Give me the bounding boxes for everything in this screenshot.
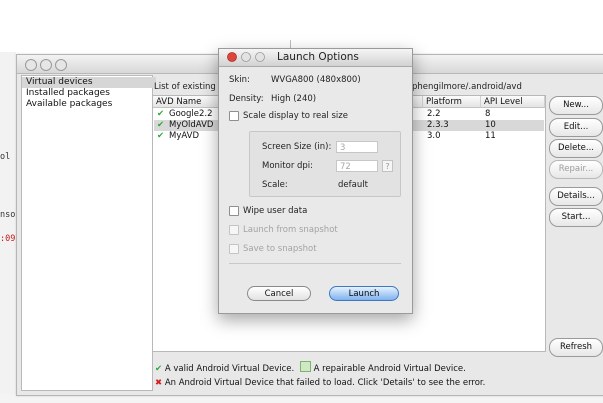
background-text-fragment: ol bbox=[0, 152, 11, 162]
launch-from-snapshot-label: Launch from snapshot bbox=[243, 225, 338, 235]
avd-platform: 3.0 bbox=[427, 131, 441, 141]
density-label: Density: bbox=[229, 94, 264, 104]
dpi-help-button[interactable]: ? bbox=[382, 160, 393, 172]
launch-options-dialog: Launch Options Skin: WVGA800 (480x800) D… bbox=[218, 48, 413, 314]
wipe-user-data-label: Wipe user data bbox=[243, 206, 308, 216]
skin-label: Skin: bbox=[229, 75, 250, 85]
wipe-user-data-checkbox[interactable] bbox=[229, 206, 239, 216]
dialog-separator bbox=[229, 263, 401, 264]
legend-valid-text: A valid Android Virtual Device. bbox=[164, 364, 295, 374]
avd-api-level: 11 bbox=[485, 131, 496, 141]
scale-options-panel: Screen Size (in): 3 Monitor dpi: 72 ? Sc… bbox=[249, 131, 401, 197]
save-to-snapshot-label: Save to snapshot bbox=[243, 244, 317, 254]
close-window-button[interactable] bbox=[25, 59, 37, 71]
dialog-title: Launch Options bbox=[277, 51, 359, 63]
zoom-window-button[interactable] bbox=[55, 59, 67, 71]
background-text-fragment: nso bbox=[0, 210, 16, 220]
valid-check-icon: ✔ bbox=[157, 120, 165, 130]
edit-button[interactable]: Edit... bbox=[549, 118, 603, 137]
monitor-dpi-input[interactable]: 72 bbox=[336, 160, 378, 172]
avd-api-level: 10 bbox=[485, 120, 496, 130]
scale-value: default bbox=[338, 180, 368, 190]
avd-name: MyAVD bbox=[169, 131, 199, 141]
valid-check-icon: ✔ bbox=[157, 109, 165, 119]
legend-failed-text: An Android Virtual Device that failed to… bbox=[164, 378, 486, 388]
sidebar-item-available-packages[interactable]: Available packages bbox=[22, 99, 156, 110]
avd-path-label: phengilmore/.android/avd bbox=[412, 82, 522, 92]
avd-api-level: 8 bbox=[485, 109, 491, 119]
avd-platform: 2.2 bbox=[427, 109, 441, 119]
avd-platform: 2.3.3 bbox=[427, 120, 449, 130]
column-header-api-level[interactable]: API Level bbox=[481, 96, 545, 108]
close-dialog-button[interactable] bbox=[227, 52, 237, 62]
details-button[interactable]: Details... bbox=[549, 187, 603, 206]
scale-label: Scale: bbox=[262, 180, 288, 190]
repair-button[interactable]: Repair... bbox=[549, 160, 603, 179]
minimize-dialog-button[interactable] bbox=[241, 52, 251, 62]
avd-name: MyOldAVD bbox=[169, 120, 214, 130]
valid-check-icon: ✔ bbox=[155, 364, 163, 374]
launch-from-snapshot-checkbox[interactable] bbox=[229, 225, 239, 235]
skin-value: WVGA800 (480x800) bbox=[271, 75, 361, 85]
avd-list-label: List of existing bbox=[154, 82, 216, 92]
avd-name: Google2.2 bbox=[169, 109, 213, 119]
screen-size-input[interactable]: 3 bbox=[336, 141, 378, 153]
legend-repairable-text: A repairable Android Virtual Device. bbox=[313, 364, 466, 374]
background-terminal-edge: ol nso :09 bbox=[0, 52, 16, 403]
new-button[interactable]: New... bbox=[549, 96, 603, 115]
error-x-icon: ✖ bbox=[155, 378, 163, 388]
refresh-button[interactable]: Refresh bbox=[549, 338, 603, 357]
minimize-window-button[interactable] bbox=[40, 59, 52, 71]
zoom-dialog-button[interactable] bbox=[255, 52, 265, 62]
density-value: High (240) bbox=[271, 94, 317, 104]
dialog-titlebar: Launch Options bbox=[219, 49, 412, 67]
sidebar-item-installed-packages[interactable]: Installed packages bbox=[22, 88, 156, 99]
desktop-background bbox=[0, 0, 603, 52]
save-to-snapshot-checkbox[interactable] bbox=[229, 244, 239, 254]
cancel-button[interactable]: Cancel bbox=[247, 286, 311, 301]
scale-display-label: Scale display to real size bbox=[243, 111, 348, 121]
valid-check-icon: ✔ bbox=[157, 131, 165, 141]
scale-display-checkbox[interactable] bbox=[229, 111, 239, 121]
launch-button[interactable]: Launch bbox=[329, 286, 399, 301]
monitor-dpi-label: Monitor dpi: bbox=[262, 161, 314, 171]
repairable-icon bbox=[299, 361, 311, 372]
column-header-platform[interactable]: Platform bbox=[423, 96, 481, 108]
delete-button[interactable]: Delete... bbox=[549, 139, 603, 158]
background-text-fragment: :09 bbox=[0, 234, 16, 244]
screen-size-label: Screen Size (in): bbox=[262, 142, 332, 152]
sidebar-item-virtual-devices[interactable]: Virtual devices bbox=[22, 77, 156, 88]
legend-valid: ✔ A valid Android Virtual Device. A repa… bbox=[155, 361, 466, 374]
start-button[interactable]: Start... bbox=[549, 208, 603, 227]
sidebar: Virtual devices Installed packages Avail… bbox=[21, 75, 156, 391]
legend-failed: ✖ An Android Virtual Device that failed … bbox=[155, 378, 485, 388]
